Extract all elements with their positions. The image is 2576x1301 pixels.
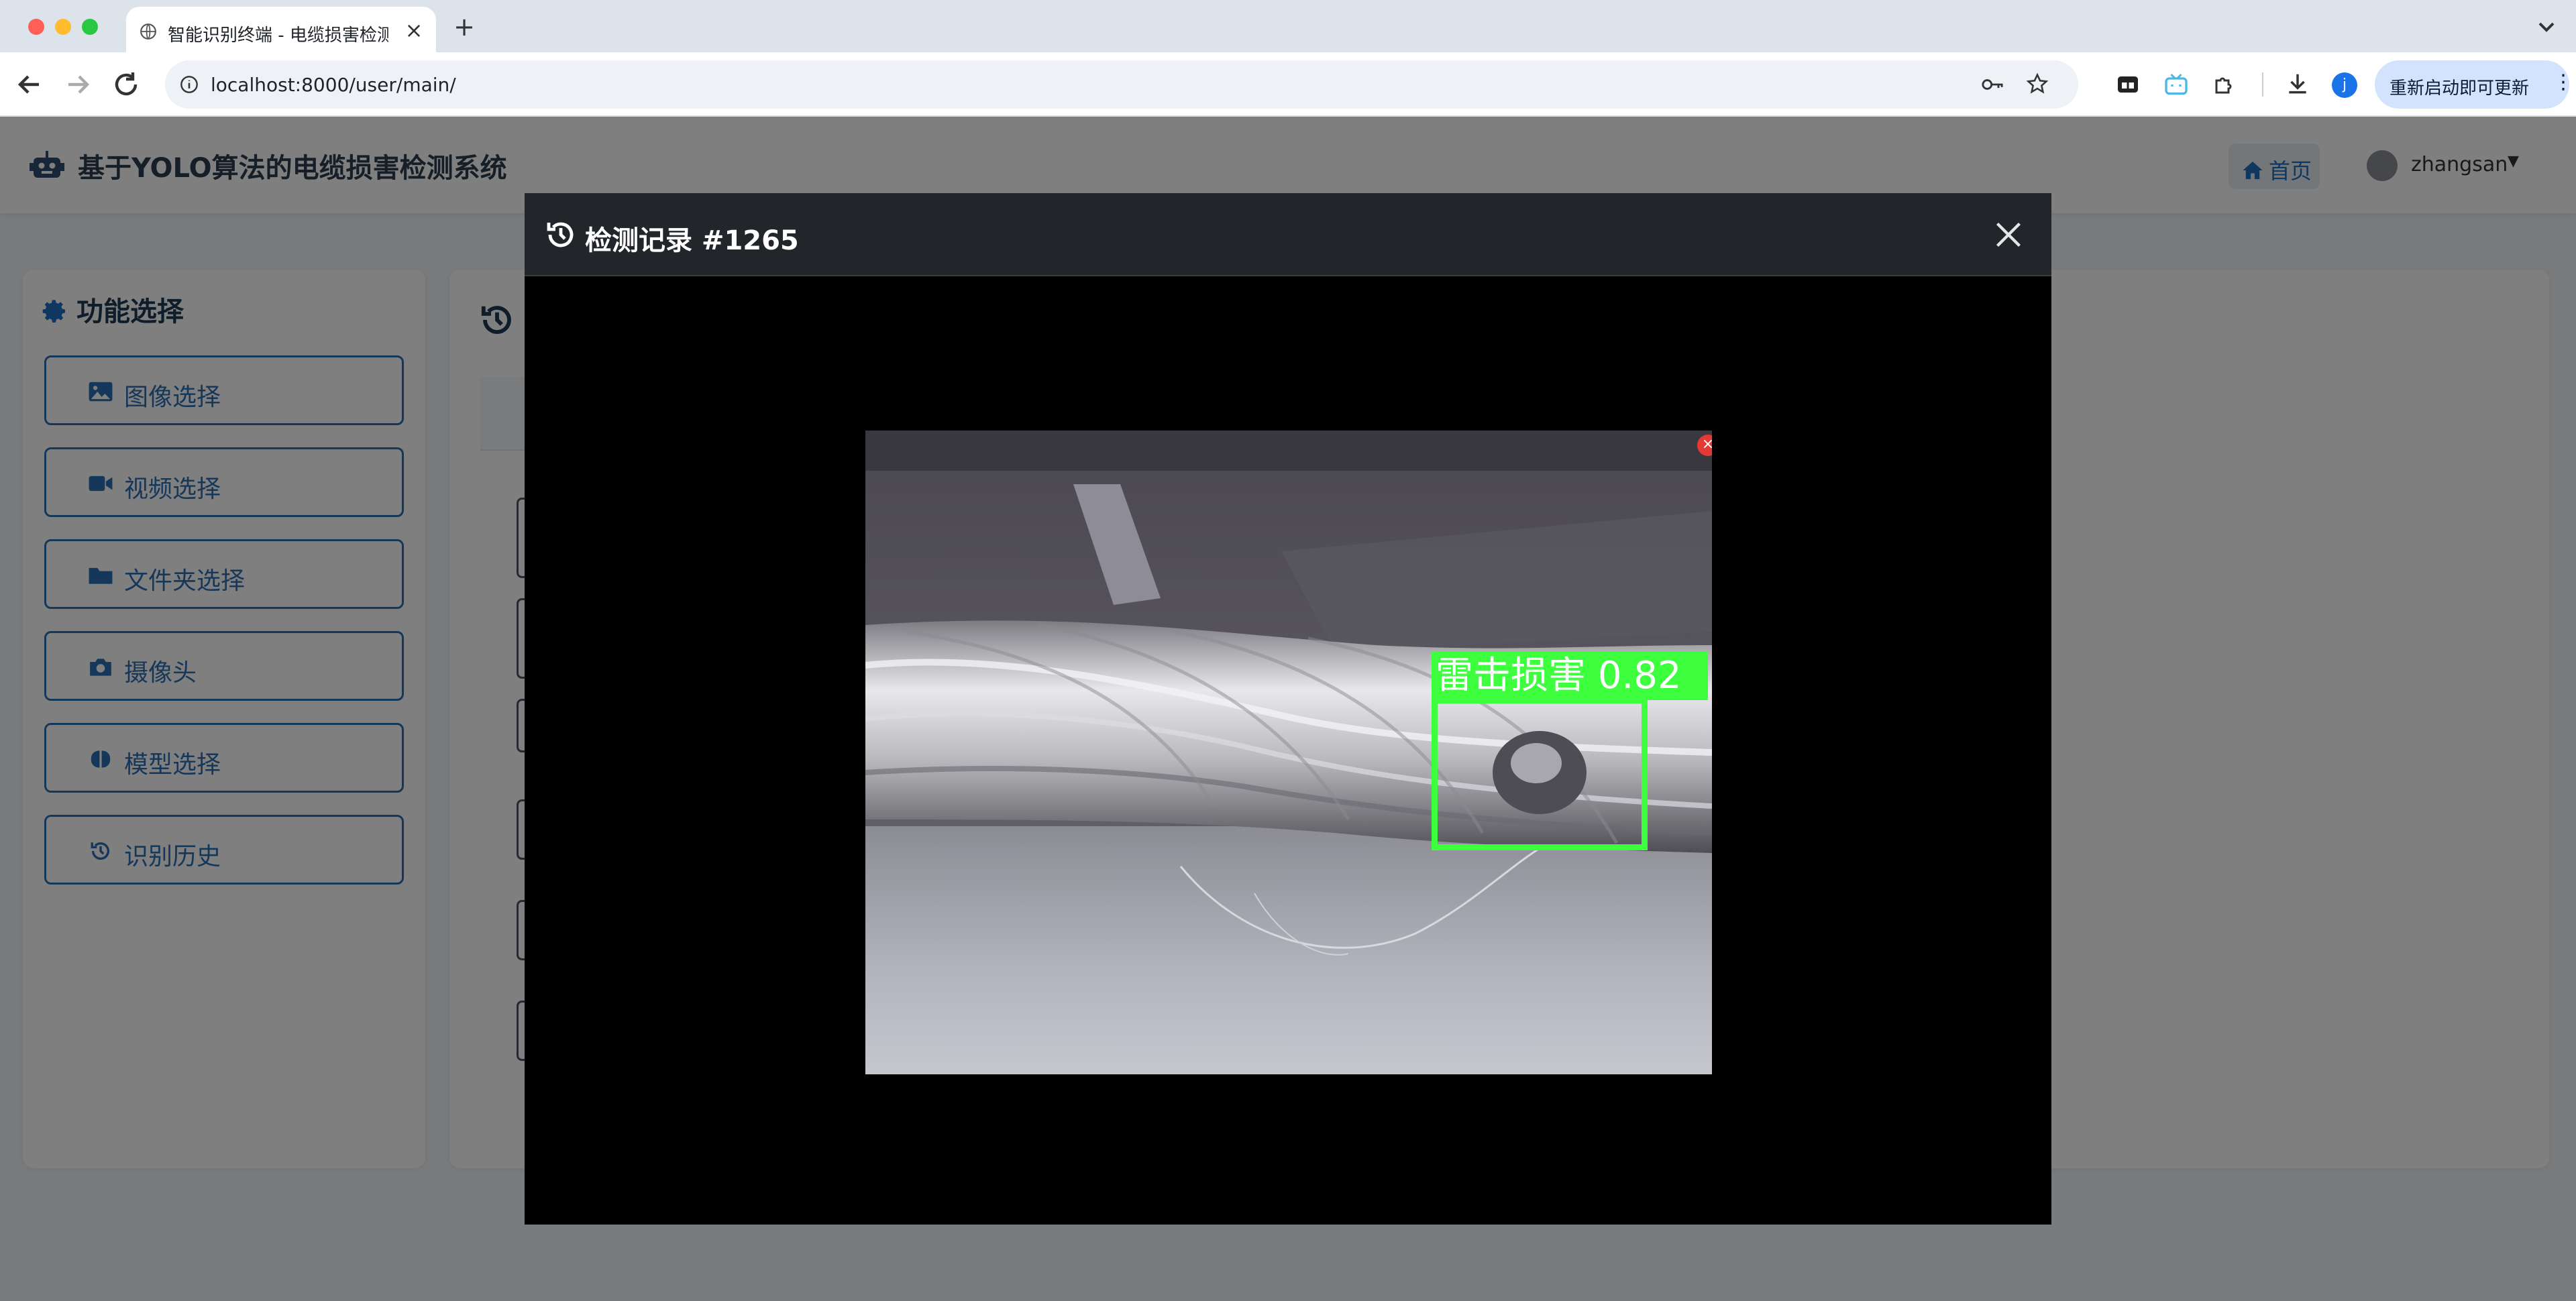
modal-title: 检测记录 #1265 xyxy=(585,225,799,256)
site-info-icon[interactable] xyxy=(180,75,199,94)
browser-tab-bar: 智能识别终端 - 电缆损害检测系 × + xyxy=(0,0,2576,52)
toolbar-divider xyxy=(2262,72,2263,97)
modal-header: 检测记录 #1265 xyxy=(525,193,2051,276)
bookmark-star-icon[interactable] xyxy=(2026,72,2049,95)
tab-close-button[interactable]: × xyxy=(402,19,425,42)
download-icon[interactable] xyxy=(2285,71,2310,97)
address-bar[interactable]: localhost:8000/user/main/ xyxy=(165,60,2078,109)
detection-confidence: 0.82 xyxy=(1597,654,1682,697)
bilibili-tv-icon[interactable] xyxy=(2164,72,2188,97)
close-icon[interactable] xyxy=(1994,220,2023,249)
extensions-puzzle-icon[interactable] xyxy=(2212,72,2237,97)
detection-class: 雷击损害 xyxy=(1436,654,1586,697)
back-arrow-icon[interactable] xyxy=(13,68,46,101)
reload-icon[interactable] xyxy=(110,68,142,101)
more-menu-icon[interactable]: ⋮ xyxy=(2553,72,2573,93)
url-text: localhost:8000/user/main/ xyxy=(211,74,456,96)
window-close-button[interactable] xyxy=(28,19,44,35)
detection-bounding-box xyxy=(1432,697,1648,850)
extension-tab-icon[interactable] xyxy=(2116,72,2140,97)
window-zoom-button[interactable] xyxy=(82,19,98,35)
history-icon xyxy=(547,222,574,247)
new-tab-button[interactable]: + xyxy=(451,13,478,40)
detection-result-image: 雷击损害 0.82 × xyxy=(865,431,1712,1074)
tab-title: 智能识别终端 - 电缆损害检测系 xyxy=(168,25,389,46)
window-minimize-button[interactable] xyxy=(55,19,71,35)
chevron-down-icon[interactable] xyxy=(2533,13,2560,40)
forward-arrow-icon[interactable] xyxy=(62,68,94,101)
detection-record-modal: 检测记录 #1265 雷击损害 0.82 × xyxy=(525,193,2051,1225)
restart-update-label: 重新启动即可更新 xyxy=(2390,78,2530,99)
profile-avatar[interactable]: j xyxy=(2332,72,2357,98)
globe-icon xyxy=(140,23,156,40)
password-key-icon[interactable] xyxy=(1980,74,2004,95)
browser-toolbar: localhost:8000/user/main/ j 重新启动即可更新 ⋮ xyxy=(0,52,2576,117)
modal-body: 雷击损害 0.82 × xyxy=(525,276,2051,1225)
restart-update-button[interactable]: 重新启动即可更新 ⋮ xyxy=(2375,60,2573,109)
detection-label: 雷击损害 0.82 xyxy=(1432,652,1708,700)
browser-tab[interactable]: 智能识别终端 - 电缆损害检测系 × xyxy=(126,7,436,52)
